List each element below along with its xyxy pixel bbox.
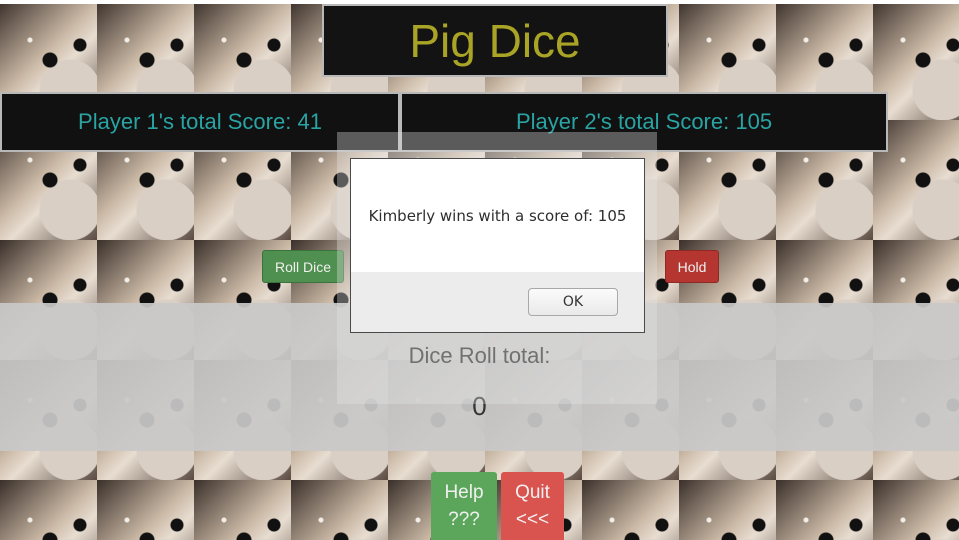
help-button[interactable]: Help ??? [431, 472, 497, 540]
winner-dialog: Kimberly wins with a score of: 105 OK [350, 158, 645, 333]
hold-button[interactable]: Hold [665, 250, 719, 283]
game-title-banner: Pig Dice [322, 4, 668, 77]
winner-message: Kimberly wins with a score of: 105 [368, 207, 627, 225]
quit-arrows: <<< [515, 509, 550, 530]
help-question-marks: ??? [448, 509, 480, 530]
ok-button[interactable]: OK [528, 288, 618, 316]
game-title: Pig Dice [409, 14, 581, 67]
help-label: Help [444, 482, 484, 503]
quit-button[interactable]: Quit <<< [501, 472, 564, 540]
player1-score: Player 1's total Score: 41 [78, 109, 322, 134]
roll-dice-button[interactable]: Roll Dice [262, 250, 344, 283]
quit-label: Quit [515, 482, 550, 503]
